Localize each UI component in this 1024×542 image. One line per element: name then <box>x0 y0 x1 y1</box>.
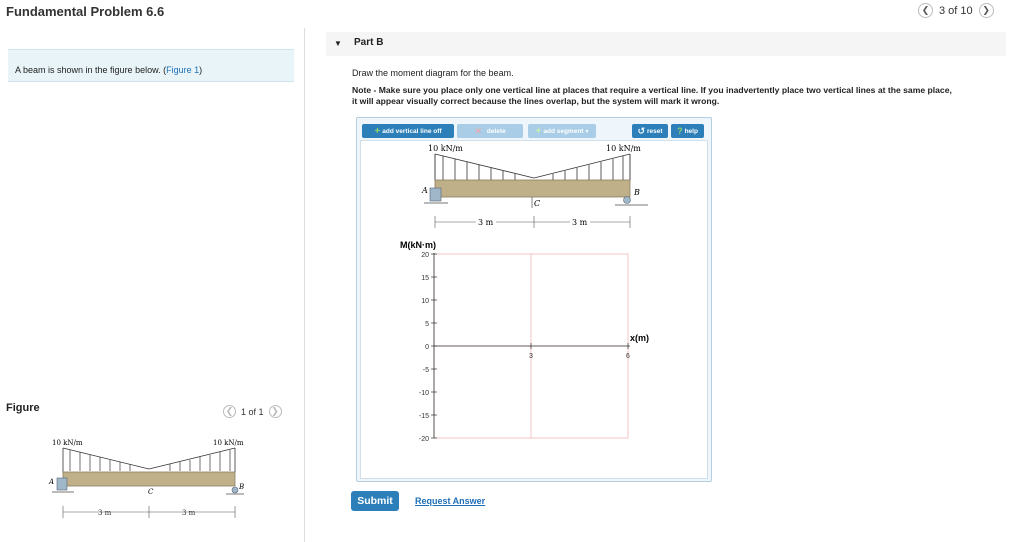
page-title: Fundamental Problem 6.6 <box>6 4 165 19</box>
x-axis-label: x(m) <box>630 333 649 343</box>
help-icon: ? <box>677 126 683 136</box>
fig-dim-left: 3 m <box>98 509 112 517</box>
y-tick-label: 10 <box>421 298 429 305</box>
fig-point-c: C <box>148 488 154 496</box>
note-line-2: it will appear visually correct because … <box>352 96 720 106</box>
figure-next-button[interactable]: ❯ <box>268 405 282 418</box>
fig-load-left: 10 kN/m <box>52 439 83 447</box>
figure-heading: Figure <box>6 402 40 414</box>
y-tick-label: 0 <box>425 344 429 351</box>
fig-load-right: 10 kN/m <box>213 439 244 447</box>
prev-problem-button[interactable]: ❮ <box>918 3 933 18</box>
pager-text: 3 of 10 <box>939 4 973 17</box>
point-c-label: C <box>534 199 540 208</box>
chevron-right-icon: ❯ <box>982 5 990 15</box>
request-answer-link[interactable]: Request Answer <box>415 496 485 506</box>
chevron-left-icon: ❮ <box>921 5 930 15</box>
problem-intro: A beam is shown in the figure below. (Fi… <box>8 49 294 82</box>
y-tick-label: 20 <box>421 252 429 259</box>
dropdown-arrow-icon: ▾ <box>585 128 589 135</box>
figure-pager-text: 1 of 1 <box>241 406 264 417</box>
y-tick-label: -15 <box>419 413 429 420</box>
load-right-label: 10 kN/m <box>606 144 641 153</box>
x-tick-label: 6 <box>626 353 630 360</box>
note-text: Note - Make sure you place only one vert… <box>352 85 1012 107</box>
next-problem-button[interactable]: ❯ <box>978 3 994 18</box>
intro-close: ) <box>199 65 203 75</box>
fig-support-a: A <box>48 478 54 486</box>
roller-support-icon <box>623 196 631 204</box>
instruction-text: Draw the moment diagram for the beam. <box>352 68 514 78</box>
tool-toolbar: + add vertical line off ✕ delete + add segm… <box>362 124 704 139</box>
reset-icon: ↺ <box>637 125 645 136</box>
figure-pager: ❮ 1 of 1 ❯ <box>223 405 282 418</box>
y-tick-label: -10 <box>419 390 429 397</box>
add-vertical-line-button[interactable]: + add vertical line off <box>362 124 454 138</box>
reset-button[interactable]: ↺ reset <box>632 124 668 138</box>
part-b-header[interactable]: ▼ Part B <box>326 32 1006 56</box>
support-a-label: A <box>421 186 428 195</box>
plus-icon: + <box>374 125 381 137</box>
delete-x-icon: ✕ <box>474 125 482 136</box>
delete-button[interactable]: ✕ delete <box>457 124 523 138</box>
y-tick-label: 5 <box>425 321 429 328</box>
x-ticks: 36 <box>529 343 630 360</box>
fig-dim-right: 3 m <box>182 509 196 517</box>
figure-prev-button[interactable]: ❮ <box>223 405 236 418</box>
y-tick-label: -20 <box>419 436 429 443</box>
help-button[interactable]: ? help <box>671 124 704 138</box>
fig-load-arrows <box>69 450 231 471</box>
y-tick-label: -5 <box>423 367 429 374</box>
collapse-triangle-icon: ▼ <box>334 39 342 48</box>
top-bar: Fundamental Problem 6.6 ❮ 3 of 10 ❯ <box>0 0 1024 24</box>
dim-right-label: 3 m <box>572 218 588 227</box>
y-axis-label: M(kN·m) <box>400 240 436 250</box>
beam-figure-small: 10 kN/m 10 kN/m A B C 3 m 3 m <box>48 439 244 518</box>
support-b-label: B <box>633 188 640 197</box>
pin-support-icon <box>429 187 442 202</box>
fig-support-b: B <box>238 483 244 491</box>
chevron-left-icon: ❮ <box>225 406 234 416</box>
problem-pager: ❮ 3 of 10 ❯ <box>918 3 994 18</box>
dim-left-label: 3 m <box>478 218 494 227</box>
load-left-label: 10 kN/m <box>428 144 463 153</box>
moment-graph[interactable]: M(kN·m) 20151050-5-10-15-20 36 x(m) <box>396 236 666 451</box>
x-tick-label: 3 <box>529 353 533 360</box>
column-divider <box>304 28 305 542</box>
note-line-1: Note - Make sure you place only one vert… <box>352 85 952 95</box>
add-segment-button[interactable]: + add segment ▾ <box>528 124 596 138</box>
intro-text: A beam is shown in the figure below. ( <box>15 65 167 75</box>
submit-button[interactable]: Submit <box>351 491 399 511</box>
chevron-right-icon: ❯ <box>271 406 279 416</box>
figure-link[interactable]: Figure 1 <box>166 65 199 75</box>
load-arrows <box>442 156 624 180</box>
plus-icon: + <box>535 125 542 137</box>
beam-diagram: 10 kN/m 10 kN/m A B C 3 m 3 m <box>421 144 648 228</box>
part-label: Part B <box>354 37 384 48</box>
y-tick-label: 15 <box>421 275 429 282</box>
